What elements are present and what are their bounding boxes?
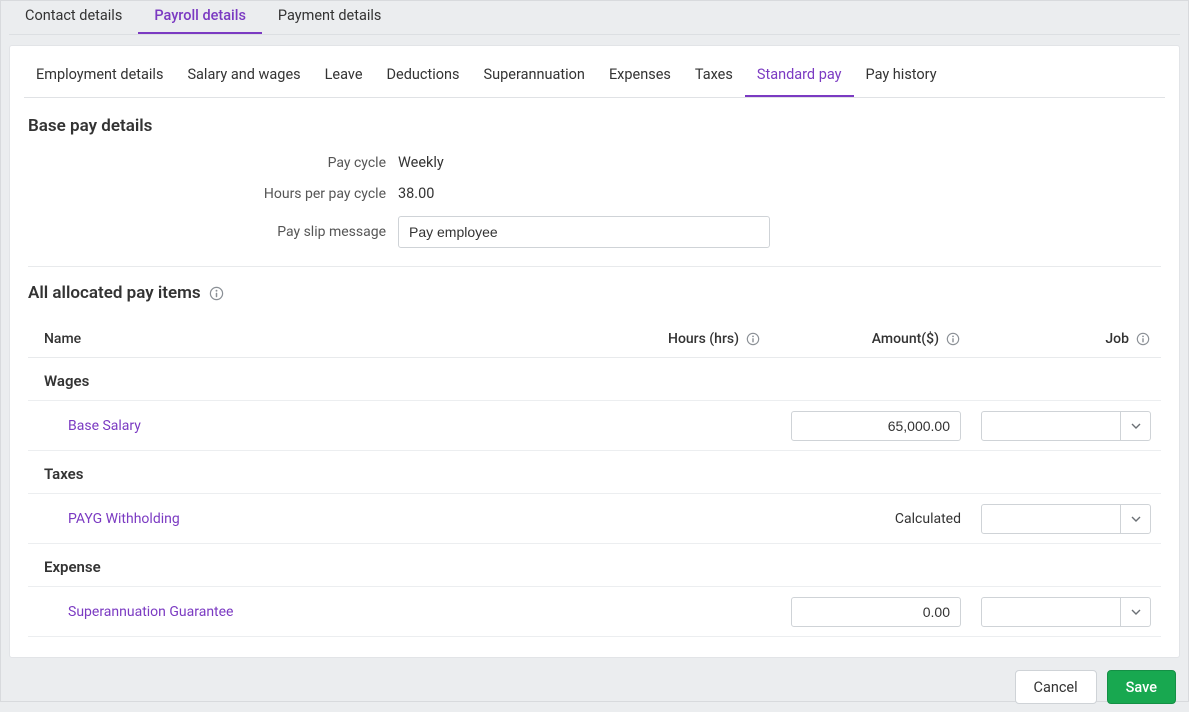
pay-item-link[interactable]: Superannuation Guarantee	[68, 604, 571, 620]
pay-item-job	[981, 411, 1161, 441]
sub-tab[interactable]: Employment details	[24, 52, 175, 97]
sub-tab[interactable]: Leave	[313, 52, 375, 97]
top-tab[interactable]: Contact details	[9, 0, 138, 34]
job-select[interactable]	[981, 597, 1151, 627]
job-select[interactable]	[981, 504, 1151, 534]
sub-tab[interactable]: Standard pay	[745, 52, 854, 97]
sub-tab[interactable]: Taxes	[683, 52, 745, 97]
group-header: Taxes	[28, 451, 1161, 494]
footer-actions: Cancel Save	[9, 670, 1180, 704]
pay-item-link[interactable]: Base Salary	[68, 418, 571, 434]
amount-input[interactable]	[791, 411, 961, 441]
col-job-label: Job	[1105, 331, 1129, 347]
hours-per-cycle-label: Hours per pay cycle	[28, 186, 398, 202]
sub-tabs: Employment detailsSalary and wagesLeaveD…	[24, 46, 1165, 98]
group-header: Wages	[28, 358, 1161, 401]
top-tab[interactable]: Payment details	[262, 0, 398, 34]
pay-item-job	[981, 504, 1161, 534]
panel: Employment detailsSalary and wagesLeaveD…	[9, 45, 1180, 658]
allocated-title-text: All allocated pay items	[28, 283, 201, 303]
base-pay-title: Base pay details	[28, 116, 1161, 136]
pay-item-link[interactable]: PAYG Withholding	[68, 511, 571, 527]
pay-cycle-label: Pay cycle	[28, 155, 398, 171]
base-pay-section: Base pay details Pay cycle Weekly Hours …	[28, 116, 1161, 267]
sub-tab[interactable]: Deductions	[375, 52, 472, 97]
pay-item-row: Superannuation Guarantee	[28, 587, 1161, 637]
payslip-message-label: Pay slip message	[28, 224, 398, 240]
col-hours: Hours (hrs)	[571, 331, 781, 347]
pay-cycle-value: Weekly	[398, 154, 444, 171]
chevron-down-icon[interactable]	[1120, 598, 1150, 626]
payslip-message-row: Pay slip message	[28, 216, 1161, 248]
col-name: Name	[44, 331, 571, 347]
info-icon[interactable]	[209, 285, 225, 301]
pay-item-row: PAYG Withholding Calculated	[28, 494, 1161, 544]
pay-item-row: Base Salary	[28, 401, 1161, 451]
job-select-value	[982, 598, 1120, 626]
info-icon[interactable]	[945, 331, 961, 347]
hours-per-cycle-value: 38.00	[398, 185, 434, 202]
col-amount: Amount($)	[781, 331, 981, 347]
col-job: Job	[981, 331, 1161, 347]
payslip-message-input[interactable]	[398, 216, 770, 248]
pay-item-job	[981, 597, 1161, 627]
job-select-value	[982, 505, 1120, 533]
col-amount-label: Amount($)	[872, 331, 939, 347]
group-header: Expense	[28, 544, 1161, 587]
save-button[interactable]: Save	[1107, 670, 1176, 704]
amount-input[interactable]	[791, 597, 961, 627]
top-tabs: Contact detailsPayroll detailsPayment de…	[9, 1, 1180, 35]
chevron-down-icon[interactable]	[1120, 412, 1150, 440]
sub-tab[interactable]: Salary and wages	[175, 52, 312, 97]
amount-text: Calculated	[895, 511, 961, 527]
job-select[interactable]	[981, 411, 1151, 441]
allocated-title: All allocated pay items	[28, 283, 1161, 303]
col-hours-label: Hours (hrs)	[668, 331, 739, 347]
chevron-down-icon[interactable]	[1120, 505, 1150, 533]
job-select-value	[982, 412, 1120, 440]
pay-cycle-row: Pay cycle Weekly	[28, 154, 1161, 171]
top-tab[interactable]: Payroll details	[138, 0, 262, 34]
info-icon[interactable]	[1135, 331, 1151, 347]
pay-item-amount: Calculated	[781, 511, 981, 527]
pay-item-amount	[781, 411, 981, 441]
pay-item-amount	[781, 597, 981, 627]
sub-tab[interactable]: Pay history	[854, 52, 949, 97]
table-header: Name Hours (hrs) Amount($) Job	[28, 321, 1161, 358]
sub-tab[interactable]: Expenses	[597, 52, 683, 97]
cancel-button[interactable]: Cancel	[1015, 670, 1097, 704]
info-icon[interactable]	[745, 331, 761, 347]
hours-per-cycle-row: Hours per pay cycle 38.00	[28, 185, 1161, 202]
sub-tab[interactable]: Superannuation	[472, 52, 597, 97]
